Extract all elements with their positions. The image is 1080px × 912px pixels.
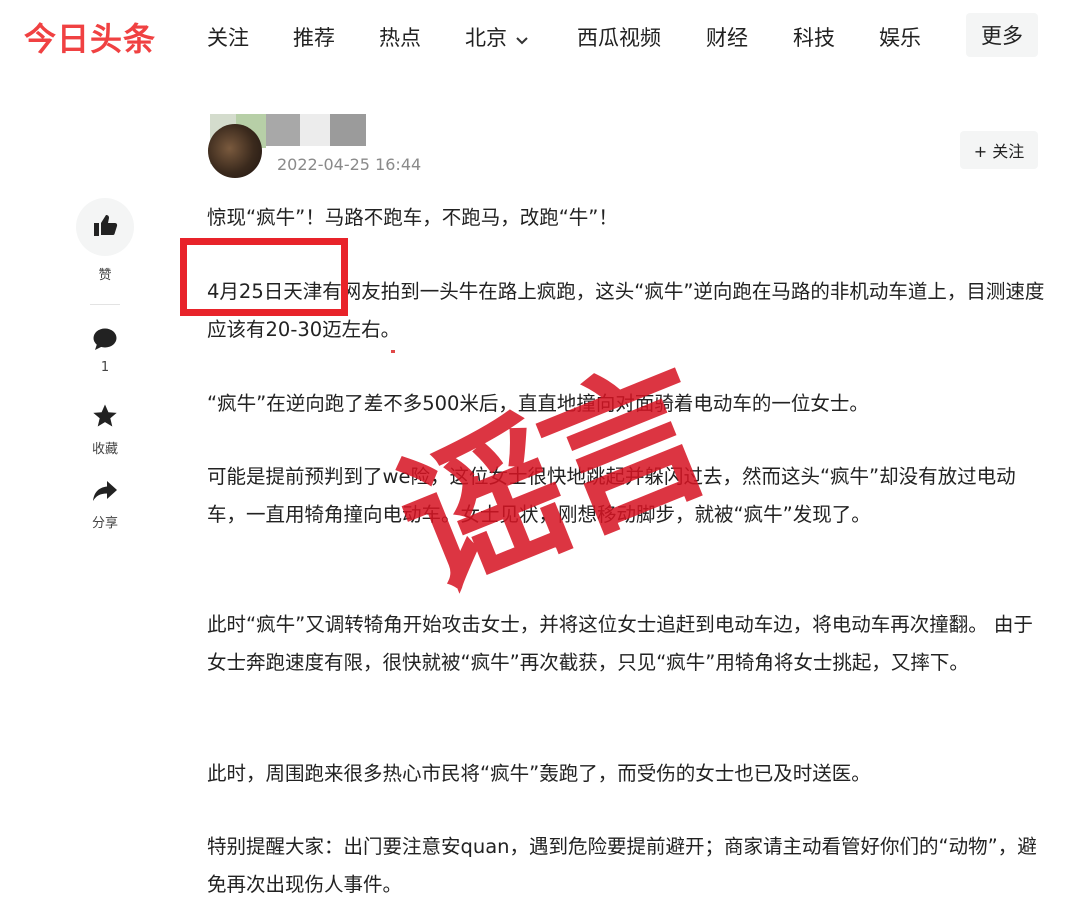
share-label: 分享 <box>91 516 118 531</box>
like-label: 赞 <box>98 268 112 283</box>
follow-button[interactable]: + 关注 <box>960 131 1038 169</box>
article-paragraph-title: 惊现“疯牛”！马路不跑车，不跑马，改跑“牛”！ <box>207 206 618 229</box>
nav-item-entertainment[interactable]: 娱乐 <box>879 22 921 52</box>
article-paragraph: 此时“疯牛”又调转犄角开始攻击女士，并将这位女士追赶到电动车边，将电动车再次撞翻… <box>207 613 1033 674</box>
like-button[interactable] <box>76 198 134 256</box>
stray-mark <box>391 350 395 353</box>
comment-button[interactable] <box>90 326 120 356</box>
chevron-down-icon <box>515 27 529 51</box>
nav-item-follow[interactable]: 关注 <box>207 22 249 52</box>
nav-item-tech[interactable]: 科技 <box>793 22 835 52</box>
star-icon <box>92 403 118 433</box>
favorite-label: 收藏 <box>91 442 118 457</box>
nav-item-recommend[interactable]: 推荐 <box>293 22 335 52</box>
share-button[interactable] <box>90 478 120 508</box>
top-nav: 今日头条 关注 推荐 热点 北京 西瓜视频 财经 科技 娱乐 更多 <box>0 0 1080 72</box>
nav-city-label: 北京 <box>465 26 507 50</box>
nav-item-xigua-video[interactable]: 西瓜视频 <box>577 22 661 52</box>
favorite-button[interactable] <box>90 403 120 433</box>
comment-count: 1 <box>100 360 110 375</box>
site-logo[interactable]: 今日头条 <box>24 14 156 60</box>
publish-date: 2022-04-25 16:44 <box>277 155 422 174</box>
nav-item-hot[interactable]: 热点 <box>379 22 421 52</box>
article-paragraph: 特别提醒大家：出门要注意安quan，遇到危险要提前避开；商家请主动看管好你们的“… <box>207 835 1037 896</box>
nav-item-finance[interactable]: 财经 <box>706 22 748 52</box>
thumbs-up-icon <box>92 213 118 241</box>
article-paragraph: 此时，周围跑来很多热心市民将“疯牛”轰跑了，而受伤的女士也已及时送医。 <box>207 762 871 785</box>
nav-item-city[interactable]: 北京 <box>465 22 529 52</box>
rail-divider <box>90 304 120 305</box>
comment-icon <box>92 327 118 355</box>
more-button[interactable]: 更多 <box>966 13 1038 57</box>
author-avatar[interactable] <box>208 124 262 178</box>
share-arrow-icon <box>92 479 118 507</box>
highlight-box <box>180 238 348 316</box>
